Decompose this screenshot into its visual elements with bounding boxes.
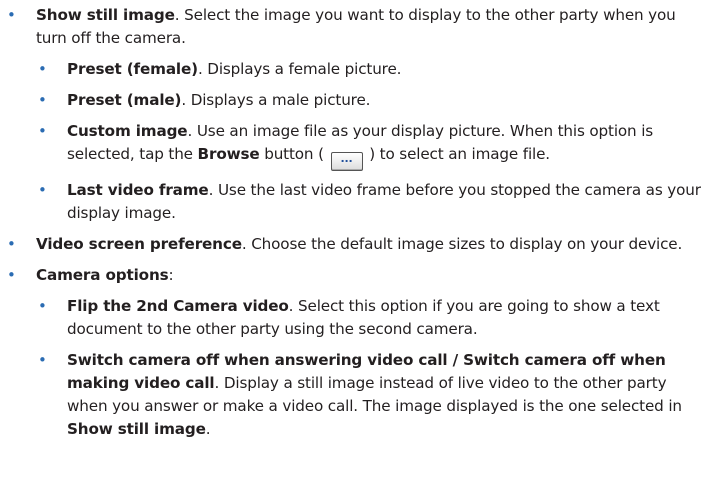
bullet-icon: •	[7, 6, 16, 24]
list-item-preset-male: • Preset (male). Displays a male picture…	[0, 89, 719, 112]
item-description: Displays a male picture.	[186, 91, 371, 109]
list-item-switch-camera-off: • Switch camera off when answering video…	[0, 349, 719, 441]
bullet-icon: •	[38, 91, 47, 109]
item-description: .	[205, 420, 211, 438]
item-description: button (	[259, 145, 329, 163]
item-description: Choose the default image sizes to displa…	[246, 235, 683, 253]
item-description: Displays a female picture.	[202, 60, 402, 78]
item-term: Flip the 2nd Camera video	[67, 297, 289, 315]
bullet-icon: •	[38, 351, 47, 369]
list-item-preset-female: • Preset (female). Displays a female pic…	[0, 58, 719, 81]
list-item-show-still-image: • Show still image. Select the image you…	[0, 4, 719, 50]
item-term: Preset (male)	[67, 91, 182, 109]
item-term: Preset (female)	[67, 60, 198, 78]
browse-term: Browse	[197, 145, 260, 163]
list-item-video-screen-preference: • Video screen preference. Choose the de…	[0, 233, 719, 256]
item-description: ) to select an image file.	[364, 145, 550, 163]
item-term: Video screen preference	[36, 235, 242, 253]
item-term: Custom image	[67, 122, 188, 140]
list-item-camera-options: • Camera options:	[0, 264, 719, 287]
bullet-icon: •	[38, 60, 47, 78]
item-separator: :	[168, 266, 174, 284]
item-term: Camera options	[36, 266, 169, 284]
bullet-icon: •	[38, 122, 47, 140]
bullet-icon: •	[7, 235, 16, 253]
bullet-icon: •	[38, 297, 47, 315]
browse-button-illustration: ...	[330, 152, 363, 171]
item-term: Last video frame	[67, 181, 209, 199]
item-term: Show still image	[36, 6, 175, 24]
show-still-image-term: Show still image	[67, 420, 206, 438]
bullet-icon: •	[7, 266, 16, 284]
list-item-custom-image: • Custom image. Use an image file as you…	[0, 120, 719, 171]
list-item-flip-2nd-camera: • Flip the 2nd Camera video. Select this…	[0, 295, 719, 341]
manual-page: • Show still image. Select the image you…	[0, 0, 719, 495]
bullet-icon: •	[38, 181, 47, 199]
list-item-last-video-frame: • Last video frame. Use the last video f…	[0, 179, 719, 225]
